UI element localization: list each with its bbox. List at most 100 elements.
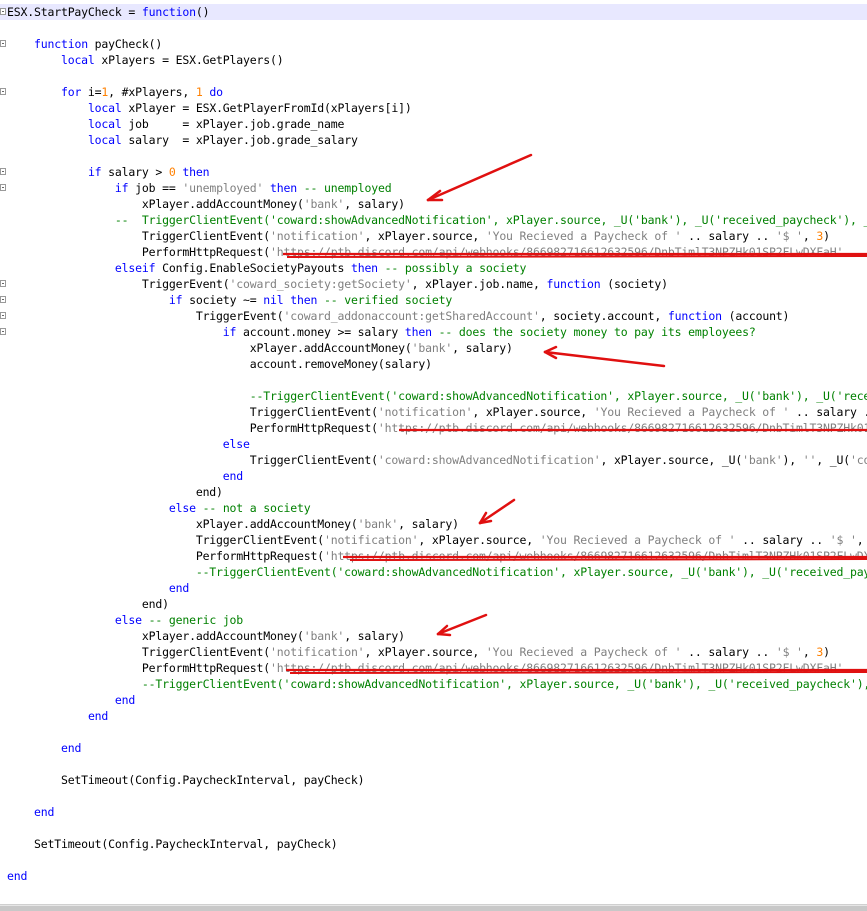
code-token: , xPlayer.source, <box>418 533 540 547</box>
code-line[interactable]: TriggerClientEvent('notification', xPlay… <box>0 404 867 420</box>
code-line[interactable]: end) <box>0 596 867 612</box>
code-line[interactable]: local xPlayer = ESX.GetPlayerFromId(xPla… <box>0 100 867 116</box>
code-line[interactable]: for i=1, #xPlayers, 1 do <box>0 84 867 100</box>
code-token: xPlayer = ESX.GetPlayerFromId(xPlayers[i… <box>121 101 412 115</box>
code-token: -- TriggerClientEvent('coward:showAdvanc… <box>114 213 867 227</box>
fold-toggle-icon[interactable] <box>0 88 6 95</box>
code-token: -- not a society <box>195 501 311 515</box>
code-line[interactable] <box>0 20 867 36</box>
code-line[interactable]: SetTimeout(Config.PaycheckInterval, payC… <box>0 836 867 852</box>
code-line[interactable]: -- TriggerClientEvent('coward:showAdvanc… <box>0 212 867 228</box>
code-token: , _U( <box>816 453 850 467</box>
code-line[interactable]: else -- not a society <box>0 500 867 516</box>
code-line[interactable]: end <box>0 740 867 756</box>
code-line[interactable]: xPlayer.addAccountMoney('bank', salary) <box>0 340 867 356</box>
fold-toggle-icon[interactable] <box>0 312 6 319</box>
code-token: ESX.StartPayCheck = <box>7 5 142 19</box>
code-line[interactable]: local xPlayers = ESX.GetPlayers() <box>0 52 867 68</box>
code-line[interactable]: end <box>0 692 867 708</box>
code-line[interactable]: --TriggerClientEvent('coward:showAdvance… <box>0 564 867 580</box>
code-line[interactable]: local job = xPlayer.job.grade_name <box>0 116 867 132</box>
code-line[interactable]: function payCheck() <box>0 36 867 52</box>
code-line[interactable]: end <box>0 868 867 884</box>
code-line[interactable]: SetTimeout(Config.PaycheckInterval, payC… <box>0 772 867 788</box>
code-line[interactable]: if job == 'unemployed' then -- unemploye… <box>0 180 867 196</box>
code-token: end <box>114 693 136 707</box>
code-line[interactable]: if society ~= nil then -- verified socie… <box>0 292 867 308</box>
code-line[interactable]: TriggerClientEvent('notification', xPlay… <box>0 532 867 548</box>
code-text: end) <box>7 596 169 612</box>
code-line[interactable]: TriggerClientEvent('notification', xPlay… <box>0 228 867 244</box>
code-line[interactable]: else <box>0 436 867 452</box>
code-line[interactable]: PerformHttpRequest('https://ptb.discord.… <box>0 548 867 564</box>
code-token: 'bank' <box>357 517 399 531</box>
code-token: function <box>141 5 196 19</box>
code-line[interactable]: end) <box>0 484 867 500</box>
code-line[interactable]: --TriggerClientEvent('coward:showAdvance… <box>0 676 867 692</box>
code-line[interactable]: if account.money >= salary then -- does … <box>0 324 867 340</box>
code-line[interactable]: PerformHttpRequest('https://ptb.discord.… <box>0 660 867 676</box>
code-line[interactable] <box>0 756 867 772</box>
code-token: -- unemployed <box>297 181 392 195</box>
code-line[interactable] <box>0 724 867 740</box>
code-line[interactable]: PerformHttpRequest('https://ptb.discord.… <box>0 244 867 260</box>
code-token: , <box>802 229 817 243</box>
code-line[interactable] <box>0 788 867 804</box>
code-token: --TriggerClientEvent('coward:showAdvance… <box>195 565 867 579</box>
fold-toggle-icon[interactable] <box>0 280 6 287</box>
code-line[interactable]: TriggerClientEvent('coward:showAdvancedN… <box>0 452 867 468</box>
code-token: local <box>87 133 122 147</box>
code-token: else <box>114 613 142 627</box>
code-text: xPlayer.addAccountMoney('bank', salary) <box>7 196 405 212</box>
fold-toggle-icon[interactable] <box>0 8 6 15</box>
code-line[interactable]: ESX.StartPayCheck = function() <box>0 4 867 20</box>
code-text: end <box>7 692 135 708</box>
scrollbar-thumb[interactable] <box>0 906 867 911</box>
code-line[interactable]: PerformHttpRequest('https://ptb.discord.… <box>0 420 867 436</box>
code-text: else <box>7 436 250 452</box>
code-line[interactable]: TriggerClientEvent('notification', xPlay… <box>0 644 867 660</box>
code-line[interactable]: xPlayer.addAccountMoney('bank', salary) <box>0 516 867 532</box>
code-line[interactable] <box>0 852 867 868</box>
fold-toggle-icon[interactable] <box>0 168 6 175</box>
code-line[interactable]: local salary = xPlayer.job.grade_salary <box>0 132 867 148</box>
code-token: ) <box>823 229 830 243</box>
code-token: salary = xPlayer.job.grade_salary <box>121 133 358 147</box>
code-line[interactable]: else -- generic job <box>0 612 867 628</box>
code-line[interactable]: elseif Config.EnableSocietyPayouts then … <box>0 260 867 276</box>
fold-toggle-icon[interactable] <box>0 40 6 47</box>
code-token: 'bank' <box>303 197 345 211</box>
code-line[interactable]: end <box>0 580 867 596</box>
code-line[interactable]: end <box>0 468 867 484</box>
code-line[interactable]: end <box>0 804 867 820</box>
code-line[interactable] <box>0 68 867 84</box>
code-text: PerformHttpRequest('https://ptb.discord.… <box>7 548 867 564</box>
code-line[interactable]: TriggerEvent('coward_society:getSociety'… <box>0 276 867 292</box>
code-line[interactable] <box>0 372 867 388</box>
code-token: 'notification' <box>377 405 473 419</box>
code-editor[interactable]: ESX.StartPayCheck = function() function … <box>0 0 867 904</box>
horizontal-scrollbar[interactable] <box>0 904 867 911</box>
code-line[interactable]: xPlayer.addAccountMoney('bank', salary) <box>0 628 867 644</box>
code-token: , salary) <box>344 629 405 643</box>
code-line[interactable]: xPlayer.addAccountMoney('bank', salary) <box>0 196 867 212</box>
code-token: then <box>290 293 318 307</box>
fold-toggle-icon[interactable] <box>0 328 6 335</box>
code-line[interactable]: --TriggerClientEvent('coward:showAdvance… <box>0 388 867 404</box>
code-line[interactable]: TriggerEvent('coward_addonaccount:getSha… <box>0 308 867 324</box>
fold-toggle-icon[interactable] <box>0 184 6 191</box>
code-line[interactable] <box>0 820 867 836</box>
code-token: nil <box>263 293 284 307</box>
code-line[interactable] <box>0 148 867 164</box>
code-line[interactable]: if salary > 0 then <box>0 164 867 180</box>
fold-toggle-icon[interactable] <box>0 296 6 303</box>
code-text: end <box>7 868 27 884</box>
code-text: end <box>7 468 243 484</box>
code-line[interactable]: account.removeMoney(salary) <box>0 356 867 372</box>
code-token: () <box>195 5 210 19</box>
code-line[interactable]: end <box>0 708 867 724</box>
